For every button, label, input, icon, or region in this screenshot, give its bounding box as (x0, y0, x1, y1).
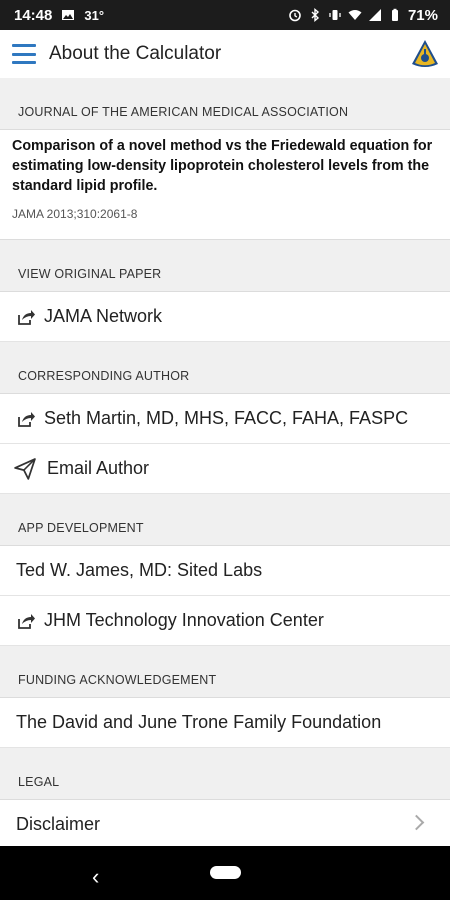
developer-row: Ted W. James, MD: Sited Labs (0, 546, 450, 596)
developer-name: Ted W. James, MD: Sited Labs (16, 560, 263, 580)
author-name: Seth Martin, MD, MHS, FACC, FAHA, FASPC (44, 408, 409, 428)
app-bar: About the Calculator (0, 30, 450, 78)
paper-block: Comparison of a novel method vs the Frie… (0, 130, 450, 240)
section-header-app-development: APP DEVELOPMENT (0, 494, 450, 546)
foundation-row: The David and June Trone Family Foundati… (0, 698, 450, 748)
alarm-icon (289, 9, 301, 22)
page-title: About the Calculator (49, 43, 222, 64)
external-link-icon (18, 613, 35, 629)
status-time: 14:48 (14, 6, 53, 24)
chevron-right-icon (408, 814, 425, 831)
vibrate-icon (329, 10, 341, 20)
wifi-icon (348, 10, 362, 20)
section-header-original-paper: VIEW ORIGINAL PAPER (0, 240, 450, 292)
status-temperature: 31° (84, 7, 105, 23)
disclaimer-row[interactable]: Disclaimer (0, 800, 450, 846)
back-chevron-icon[interactable]: ‹ (92, 864, 99, 890)
jhm-center-label: JHM Technology Innovation Center (44, 610, 324, 630)
system-nav-bar: ‹ (0, 846, 450, 900)
author-link[interactable]: Seth Martin, MD, MHS, FACC, FAHA, FASPC (0, 394, 450, 444)
battery-icon (391, 8, 398, 21)
email-author-label: Email Author (47, 458, 150, 478)
jama-network-label: JAMA Network (44, 306, 163, 326)
email-author-button[interactable]: Email Author (0, 444, 450, 494)
status-bar: 14:48 31° 71% (0, 0, 450, 30)
paper-plane-icon (14, 457, 36, 480)
external-link-icon (18, 309, 35, 325)
bluetooth-icon (311, 8, 320, 22)
section-header-legal: LEGAL (0, 748, 450, 800)
jama-network-link[interactable]: JAMA Network (0, 292, 450, 342)
jhm-shield-logo (412, 40, 438, 67)
section-header-journal: JOURNAL OF THE AMERICAN MEDICAL ASSOCIAT… (0, 78, 450, 130)
paper-title: Comparison of a novel method vs the Frie… (12, 138, 433, 194)
foundation-name: The David and June Trone Family Foundati… (16, 712, 382, 732)
jhm-center-link[interactable]: JHM Technology Innovation Center (0, 596, 450, 646)
paper-citation: JAMA 2013;310:2061-8 (12, 207, 138, 221)
disclaimer-label: Disclaimer (16, 814, 101, 834)
home-pill-button[interactable] (210, 866, 241, 879)
external-link-icon (18, 411, 35, 427)
section-header-funding: FUNDING ACKNOWLEDGEMENT (0, 646, 450, 698)
status-battery: 71% (407, 6, 438, 24)
image-notification-icon (62, 10, 75, 20)
signal-icon (368, 9, 381, 21)
content-scroll[interactable]: JOURNAL OF THE AMERICAN MEDICAL ASSOCIAT… (0, 78, 450, 846)
hamburger-menu-icon[interactable] (12, 44, 36, 64)
section-header-author: CORRESPONDING AUTHOR (0, 342, 450, 394)
